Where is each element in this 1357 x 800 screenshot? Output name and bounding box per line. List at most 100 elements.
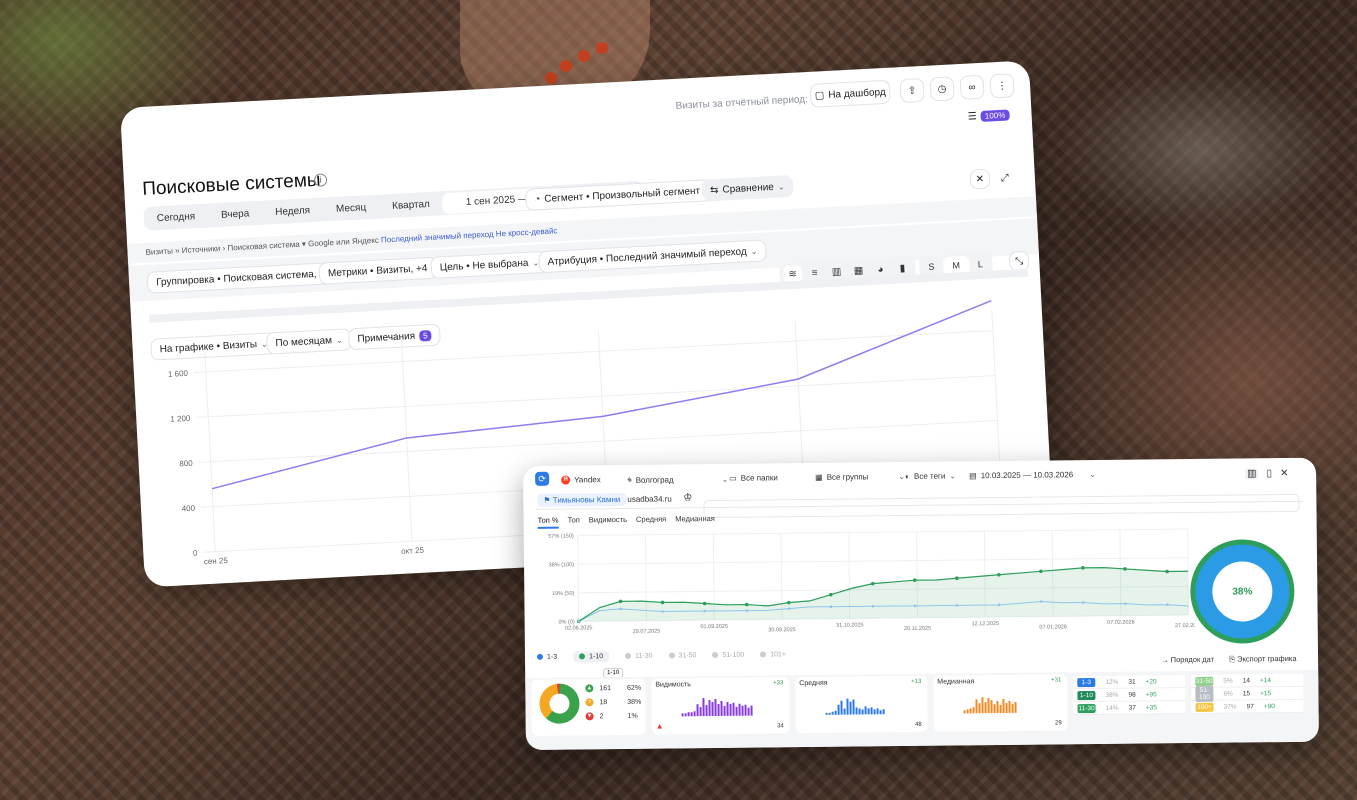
size-l[interactable]: L	[969, 259, 993, 270]
engine-label: Yandex	[574, 475, 601, 485]
legend-1-10[interactable]: 1-10	[573, 651, 610, 663]
project-tab[interactable]: ⚑ Тимьяновы Камни	[537, 492, 627, 507]
metric-tabs: Топ % Топ Видимость Средняя Медианная	[537, 514, 715, 529]
x-tick-label: окт 25	[401, 546, 425, 556]
tab-median[interactable]: Медианная	[675, 514, 715, 527]
tab-visibility[interactable]: Видимость	[589, 515, 627, 528]
x-tick-label: 29.07.2025	[633, 629, 661, 635]
donut-value: 38%	[1212, 561, 1273, 622]
legend-51-100[interactable]: 51-100	[712, 652, 744, 659]
expand-button[interactable]: ⤢	[994, 167, 1016, 189]
tab-top[interactable]: Топ	[568, 515, 580, 528]
y-tick-label: 1 200	[170, 414, 191, 424]
visits-crumb[interactable]: Визиты	[145, 246, 173, 256]
period-week[interactable]: Неделя	[262, 204, 323, 218]
sparkline-bar	[738, 703, 741, 716]
folders-select[interactable]: ▭ Все папки ⌄	[729, 473, 822, 483]
info-icon[interactable]: i	[313, 173, 328, 187]
goal-label: Цель • Не выбрана	[439, 257, 529, 273]
history-button[interactable]: ◷	[929, 76, 955, 102]
legend-11-30[interactable]: 11-30	[625, 653, 653, 660]
range-count: 31	[1128, 678, 1136, 686]
tag-icon: ◐	[905, 471, 911, 481]
export-label: Экспорт графика	[1237, 653, 1297, 664]
share-button[interactable]: ⇪	[899, 77, 925, 104]
average-value: 48	[915, 721, 922, 728]
compare-select[interactable]: ⇆ Сравнение ⌄	[701, 174, 794, 202]
tab-average[interactable]: Средняя	[636, 515, 666, 528]
metrics-label: Метрики • Визиты, +4	[327, 262, 428, 279]
stat-same: = 18 38%	[585, 698, 641, 707]
settings-button[interactable]: ☰ 100%	[966, 105, 1012, 126]
legend-31-50[interactable]: 31-50	[668, 652, 696, 659]
y-tick-label: 400	[181, 504, 195, 514]
period-yesterday[interactable]: Вчера	[208, 207, 263, 221]
date-order-button[interactable]: → Порядок дат	[1161, 655, 1214, 665]
sparkline-bar	[825, 712, 828, 715]
more-icon: ⋮	[996, 80, 1008, 92]
pdf-icon[interactable]: ▯	[1267, 468, 1273, 479]
period-month[interactable]: Месяц	[323, 201, 380, 215]
v-grid-line	[577, 535, 580, 622]
range-tag: 1-3	[1077, 677, 1096, 687]
sparkline-bar	[726, 701, 729, 716]
sparkline-bar	[681, 713, 684, 717]
folder-icon: ▭	[729, 473, 737, 483]
median-delta: +31	[1051, 677, 1062, 684]
sparkline-bar	[996, 701, 999, 714]
average-bars	[825, 690, 885, 715]
grid-line	[193, 330, 993, 373]
sparkline-bar	[987, 698, 990, 714]
legend-1-3[interactable]: 1-3	[536, 654, 557, 661]
sparkline-bar	[840, 700, 843, 715]
tags-select[interactable]: ◐ Все теги ⌄	[905, 471, 956, 481]
project-label: Тимьяновы Камни	[552, 494, 621, 505]
engine-select[interactable]: Я Yandex ⌄	[561, 475, 633, 485]
sparkline-bar	[735, 706, 738, 716]
groups-select[interactable]: ▦ Все группы ⌄	[815, 472, 905, 482]
legend-101-plus[interactable]: 101+	[760, 651, 786, 658]
sparkline-bar	[1002, 698, 1005, 713]
top10-area	[578, 567, 1189, 622]
size-s[interactable]: S	[919, 261, 944, 272]
export-chart-button[interactable]: ⎘ Экспорт графика	[1229, 654, 1297, 665]
segment-select[interactable]: ◔Сегмент • Произвольный сегмент⌄	[524, 178, 721, 211]
tab-top-percent[interactable]: Топ %	[537, 515, 559, 529]
sparkline-bar	[972, 707, 975, 714]
x-tick-label: 01.09.2025	[700, 624, 728, 630]
tools-icon[interactable]: ✕	[1280, 468, 1289, 479]
compare-icon: ⇆	[709, 184, 719, 196]
close-button[interactable]: ✕	[969, 168, 991, 190]
sparkline-bar	[984, 702, 987, 714]
range-delta: +90	[1263, 702, 1275, 710]
more-button[interactable]: ⋮	[989, 73, 1015, 99]
trophy-icon[interactable]: ♔	[683, 492, 692, 503]
region-select[interactable]: ⌖ Волгоград ⌄	[627, 474, 728, 485]
x-tick-label: 07.01.2026	[1039, 624, 1067, 630]
range-percent: 38%	[1105, 691, 1119, 699]
bracelet-bead	[545, 72, 557, 84]
compare-label: Сравнение	[722, 181, 775, 196]
clock-icon: ◷	[937, 83, 947, 95]
bracelet-bead	[596, 42, 608, 54]
legend-label: 51-100	[722, 651, 745, 659]
segment-icon: ◔	[534, 193, 541, 205]
sparkline-bar	[690, 712, 693, 717]
sparkline-bar	[867, 708, 870, 715]
sparkline-bar	[864, 706, 867, 715]
period-quarter[interactable]: Квартал	[379, 198, 443, 212]
tracker-dates-label: 10.03.2025 — 10.03.2026	[980, 470, 1074, 481]
sparkline-bar	[1011, 703, 1014, 713]
close-icon: ✕	[975, 173, 985, 185]
dashboard-button[interactable]: ▢ На дашборд	[809, 79, 891, 108]
link-button[interactable]: ∞	[959, 74, 985, 100]
date-range-select[interactable]: ▤ 10.03.2025 — 10.03.2026 ⌄	[969, 470, 1096, 480]
period-today[interactable]: Сегодня	[144, 210, 209, 224]
sparkline-bar	[882, 709, 885, 715]
page-title: Поисковые системы	[141, 169, 322, 200]
sparkline-bar	[696, 704, 699, 717]
site-tab[interactable]: usadba34.ru	[627, 494, 672, 503]
v-grid-line	[401, 341, 413, 542]
chart-view-icon[interactable]: ▥	[1245, 468, 1259, 480]
bracelet-bead	[560, 60, 572, 72]
